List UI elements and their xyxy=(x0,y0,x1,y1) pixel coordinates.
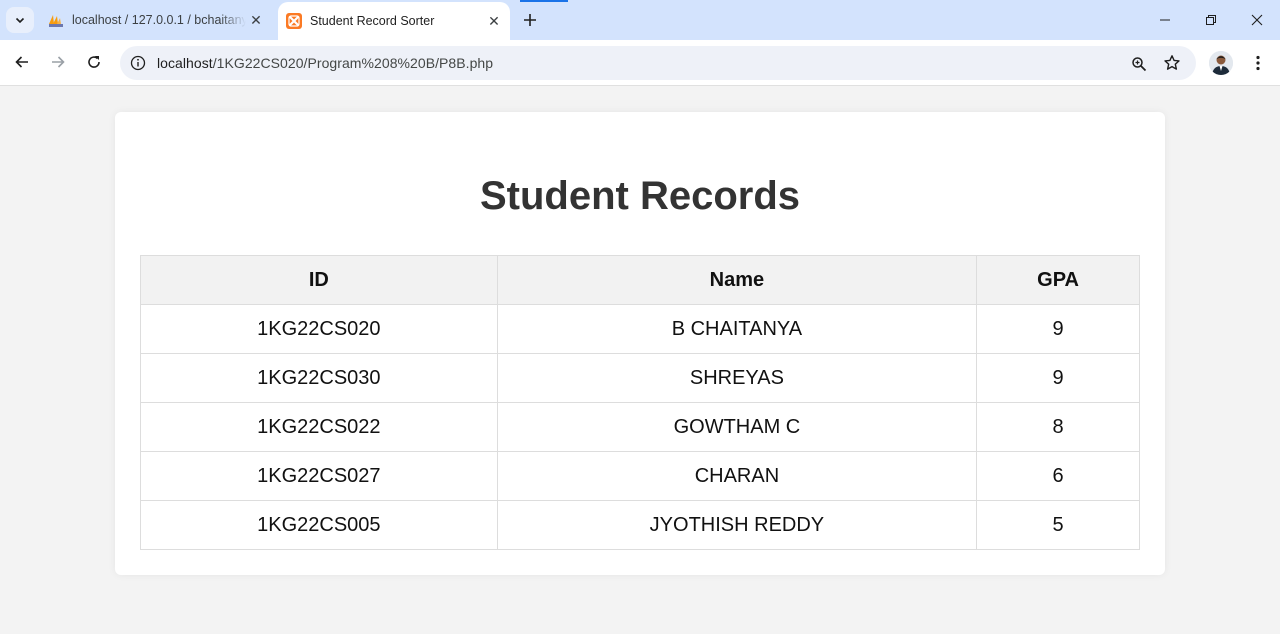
close-icon xyxy=(1251,14,1263,26)
cell-id: 1KG22CS005 xyxy=(140,500,498,550)
url-path: /1KG22CS020/Program%208%20B/P8B.php xyxy=(212,55,494,71)
restore-icon xyxy=(1206,15,1216,25)
table-row: 1KG22CS030 SHREYAS 9 xyxy=(140,353,1140,403)
student-records-table: ID Name GPA 1KG22CS020 B CHAITANYA 9 1KG… xyxy=(140,255,1140,550)
cell-id: 1KG22CS030 xyxy=(140,353,498,403)
cell-name: JYOTHISH REDDY xyxy=(496,500,978,550)
close-window-button[interactable] xyxy=(1234,0,1280,40)
cell-name: B CHAITANYA xyxy=(496,304,978,354)
table-row: 1KG22CS020 B CHAITANYA 9 xyxy=(140,304,1140,354)
site-info-icon[interactable] xyxy=(128,53,148,73)
restore-button[interactable] xyxy=(1188,0,1234,40)
back-button[interactable] xyxy=(7,47,37,77)
address-bar[interactable]: localhost/1KG22CS020/Program%208%20B/P8B… xyxy=(120,46,1196,80)
tab-student-record-sorter[interactable]: Student Record Sorter ✕ xyxy=(278,2,510,40)
page-title: Student Records xyxy=(479,174,801,218)
browser-toolbar: localhost/1KG22CS020/Program%208%20B/P8B… xyxy=(0,40,1280,86)
arrow-right-icon xyxy=(52,56,65,68)
tab-loading-indicator xyxy=(520,0,568,2)
reload-icon xyxy=(88,56,100,68)
plus-icon xyxy=(524,14,536,26)
url-text[interactable]: localhost/1KG22CS020/Program%208%20B/P8B… xyxy=(157,55,493,71)
minimize-icon xyxy=(1160,19,1170,21)
page-viewport: Student Records ID Name GPA 1KG22CS020 B… xyxy=(0,87,1280,634)
tab-search-button[interactable] xyxy=(6,7,34,33)
more-vertical-icon xyxy=(1256,55,1260,71)
table-row: 1KG22CS022 GOWTHAM C 8 xyxy=(140,402,1140,452)
cell-gpa: 5 xyxy=(976,500,1140,550)
close-tab-icon[interactable]: ✕ xyxy=(484,11,504,31)
chevron-down-icon xyxy=(15,17,25,24)
column-header-gpa: GPA xyxy=(976,255,1140,305)
column-header-id: ID xyxy=(140,255,498,305)
cell-name: GOWTHAM C xyxy=(496,402,978,452)
tab-phpmyadmin[interactable]: localhost / 127.0.0.1 / bchaitanya ✕ xyxy=(40,0,272,40)
cell-gpa: 8 xyxy=(976,402,1140,452)
cell-name: CHARAN xyxy=(496,451,978,501)
tab-title: localhost / 127.0.0.1 / bchaitanya xyxy=(72,13,246,27)
reload-button[interactable] xyxy=(79,47,109,77)
cell-gpa: 6 xyxy=(976,451,1140,501)
minimize-button[interactable] xyxy=(1142,0,1188,40)
close-tab-icon[interactable]: ✕ xyxy=(246,10,266,30)
forward-button[interactable] xyxy=(43,47,73,77)
tab-title: Student Record Sorter xyxy=(310,14,435,28)
cell-id: 1KG22CS020 xyxy=(140,304,498,354)
cell-id: 1KG22CS027 xyxy=(140,451,498,501)
url-host: localhost xyxy=(157,55,213,71)
bookmark-star-icon[interactable] xyxy=(1161,52,1183,74)
profile-avatar[interactable] xyxy=(1209,51,1233,75)
arrow-left-icon xyxy=(15,56,28,68)
tab-strip: localhost / 127.0.0.1 / bchaitanya ✕ Stu… xyxy=(0,0,1280,40)
table-header-row: ID Name GPA xyxy=(140,255,1140,305)
xampp-icon xyxy=(286,13,302,29)
table-row: 1KG22CS005 JYOTHISH REDDY 5 xyxy=(140,500,1140,550)
records-card: Student Records ID Name GPA 1KG22CS020 B… xyxy=(115,112,1165,575)
phpmyadmin-icon xyxy=(48,12,64,28)
browser-menu-button[interactable] xyxy=(1246,49,1270,77)
cell-gpa: 9 xyxy=(976,353,1140,403)
cell-gpa: 9 xyxy=(976,304,1140,354)
cell-name: SHREYAS xyxy=(496,353,978,403)
column-header-name: Name xyxy=(496,255,978,305)
zoom-icon[interactable] xyxy=(1128,53,1150,75)
table-row: 1KG22CS027 CHARAN 6 xyxy=(140,451,1140,501)
cell-id: 1KG22CS022 xyxy=(140,402,498,452)
new-tab-button[interactable] xyxy=(518,8,542,32)
